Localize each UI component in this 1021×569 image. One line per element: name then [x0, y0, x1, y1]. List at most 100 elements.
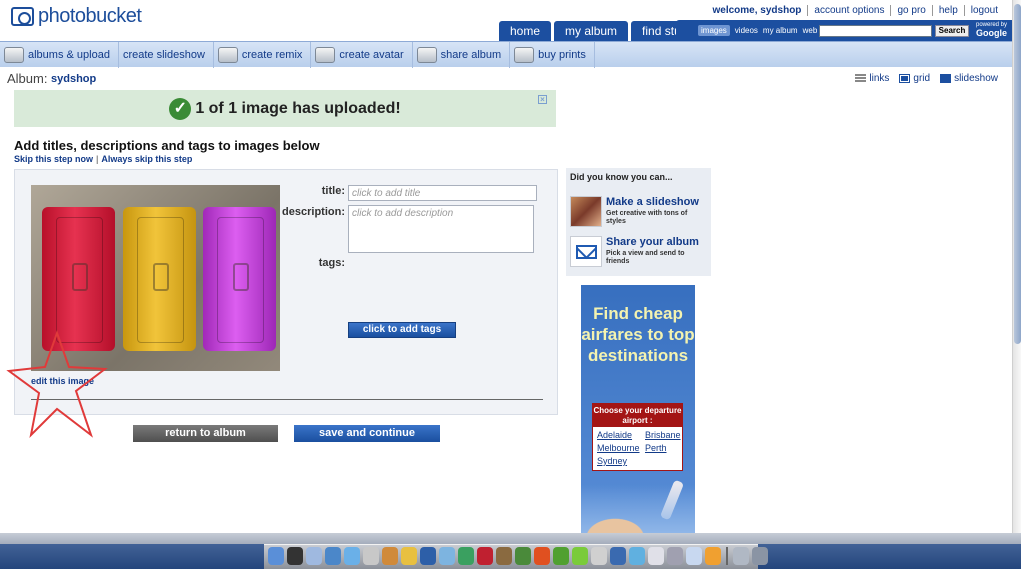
view-label: slideshow — [954, 73, 998, 84]
photobucket-logo[interactable]: photobucket — [11, 4, 142, 28]
envelope-icon — [576, 245, 597, 259]
app-icon[interactable] — [629, 547, 645, 565]
search-type-videos[interactable]: videos — [735, 26, 758, 35]
did-you-know-title: Did you know you can... — [570, 172, 673, 182]
app-icon[interactable] — [667, 547, 683, 565]
promo-subtext: Get creative with tons of styles — [606, 210, 688, 225]
albums-upload-button[interactable]: albums & upload — [0, 41, 119, 68]
share-album-promo[interactable]: Share your album Pick a view and send to… — [570, 236, 708, 269]
account-links: welcome, sydshop account options go pro … — [707, 5, 1005, 16]
app-icon[interactable] — [458, 547, 474, 565]
horizontal-scrollbar[interactable] — [0, 533, 1021, 544]
search-type-web[interactable]: web — [803, 26, 818, 35]
purple-wallet-image — [203, 207, 276, 351]
prints-icon — [514, 46, 535, 63]
view-options: links grid slideshow — [855, 73, 998, 84]
app-icon[interactable] — [553, 547, 569, 565]
search-input[interactable] — [819, 25, 932, 37]
save-and-continue-button[interactable]: save and continue — [294, 425, 440, 442]
logo-text: photobucket — [38, 4, 142, 27]
airfare-advertisement[interactable]: Find cheap airfares to top destinations … — [581, 285, 695, 533]
upload-success-text: 1 of 1 image has uploaded! — [195, 99, 401, 117]
create-remix-button[interactable]: create remix — [214, 41, 312, 68]
finder-icon[interactable] — [268, 547, 284, 565]
app-icon[interactable] — [439, 547, 455, 565]
app-icon[interactable] — [610, 547, 626, 565]
app-icon[interactable] — [401, 547, 417, 565]
title-label: title: — [321, 185, 345, 197]
description-textarea[interactable]: click to add description — [348, 205, 534, 253]
app-icon[interactable] — [686, 547, 702, 565]
add-tags-button[interactable]: click to add tags — [348, 322, 456, 338]
mac-dock — [0, 533, 1021, 569]
trash-icon[interactable] — [752, 547, 768, 565]
go-pro-link[interactable]: go pro — [890, 5, 931, 16]
airport-link-adelaide[interactable]: Adelaide — [597, 429, 645, 441]
create-slideshow-button[interactable]: create slideshow — [119, 41, 214, 68]
airport-link-brisbane[interactable]: Brisbane — [645, 429, 685, 441]
app-icon[interactable] — [648, 547, 664, 565]
share-icon — [416, 46, 437, 63]
ad-sky-image — [581, 485, 695, 533]
scrollbar-thumb[interactable] — [1014, 4, 1021, 344]
slideshow-view-icon — [940, 74, 952, 83]
toolbar-label: create slideshow — [122, 48, 205, 61]
search-type-images[interactable]: images — [698, 25, 730, 36]
album-name-link[interactable]: sydshop — [51, 73, 96, 85]
vertical-scrollbar[interactable] — [1012, 0, 1021, 533]
ad-headline: Find cheap airfares to top destinations — [581, 304, 695, 365]
dock-separator — [726, 547, 728, 565]
tab-home[interactable]: home — [499, 21, 552, 41]
app-icon[interactable] — [496, 547, 512, 565]
make-slideshow-promo[interactable]: Make a slideshow Get creative with tons … — [570, 196, 708, 229]
promo-subtext: Pick a view and send to friends — [606, 250, 685, 265]
app-icon[interactable] — [733, 547, 749, 565]
always-skip-link[interactable]: Always skip this step — [101, 154, 192, 164]
description-label: description: — [282, 206, 345, 218]
toolbar-label: share album — [440, 48, 502, 61]
return-to-album-button[interactable]: return to album — [133, 425, 278, 442]
title-input[interactable]: click to add title — [348, 185, 537, 201]
toolbar-label: create remix — [241, 48, 303, 61]
share-album-button[interactable]: share album — [413, 41, 511, 68]
logout-link[interactable]: logout — [963, 5, 1004, 16]
dashboard-icon[interactable] — [287, 547, 303, 565]
album-label: Album: — [7, 71, 48, 86]
app-icon[interactable] — [515, 547, 531, 565]
view-grid[interactable]: grid — [899, 73, 930, 84]
app-icon[interactable] — [534, 547, 550, 565]
help-link[interactable]: help — [931, 5, 964, 16]
app-icon[interactable] — [705, 547, 721, 565]
app-icon[interactable] — [572, 547, 588, 565]
buy-prints-button[interactable]: buy prints — [510, 41, 595, 68]
skip-step-now-link[interactable]: Skip this step now — [14, 154, 93, 164]
airport-link-sydney[interactable]: Sydney — [597, 455, 645, 467]
view-label: links — [869, 73, 890, 84]
search-type-my-album[interactable]: my album — [763, 26, 798, 35]
account-options-link[interactable]: account options — [807, 5, 890, 16]
app-icon[interactable] — [420, 547, 436, 565]
itunes-icon[interactable] — [344, 547, 360, 565]
app-icon[interactable] — [477, 547, 493, 565]
tags-label: tags: — [318, 257, 345, 269]
airport-link-perth[interactable]: Perth — [645, 442, 685, 454]
departure-airport-box: Choose your departure airport : Adelaide… — [592, 403, 683, 471]
mail-icon[interactable] — [306, 547, 322, 565]
airport-link-melbourne[interactable]: Melbourne — [597, 442, 645, 454]
app-icon[interactable] — [591, 547, 607, 565]
envelope-thumb — [570, 236, 602, 267]
upload-icon — [4, 46, 24, 63]
slideshow-photo-icon — [570, 196, 602, 227]
view-links[interactable]: links — [855, 73, 889, 84]
remix-icon — [217, 46, 238, 63]
airport-list: Adelaide Brisbane Melbourne Perth Sydney — [593, 427, 682, 467]
app-icon[interactable] — [363, 547, 379, 565]
search-bar: images videos my album web Search powere… — [676, 20, 1012, 41]
view-slideshow[interactable]: slideshow — [940, 73, 998, 84]
app-icon[interactable] — [382, 547, 398, 565]
safari-icon[interactable] — [325, 547, 341, 565]
create-avatar-button[interactable]: create avatar — [311, 41, 413, 68]
close-icon[interactable]: × — [538, 95, 547, 104]
search-button[interactable]: Search — [935, 25, 969, 37]
tab-my-album[interactable]: my album — [554, 21, 629, 41]
